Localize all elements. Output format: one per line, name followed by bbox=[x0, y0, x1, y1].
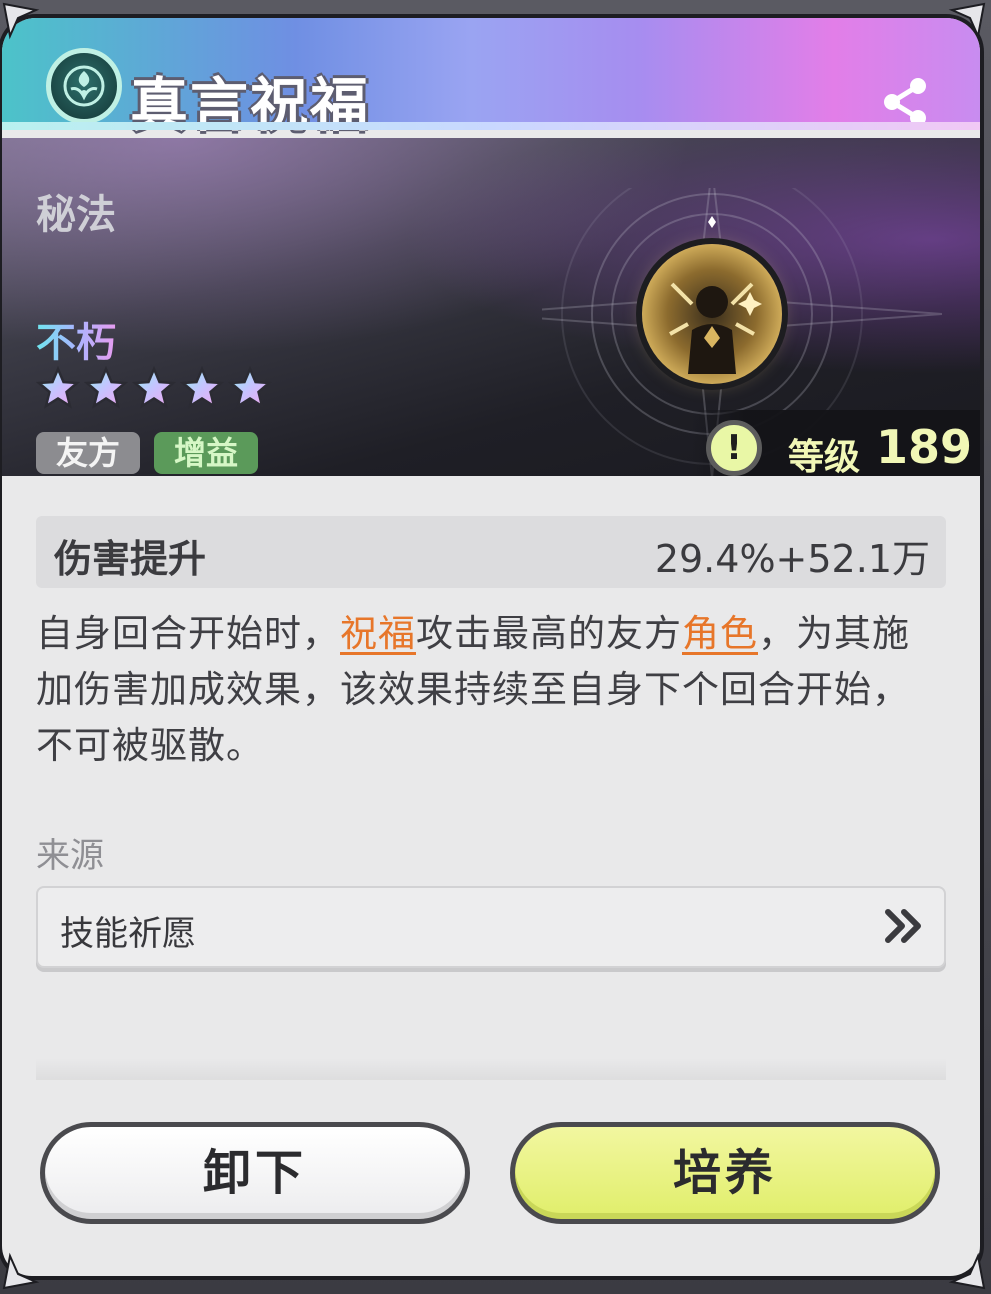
corner-ornament-icon bbox=[2, 1252, 40, 1290]
star-icon bbox=[228, 366, 272, 409]
upgrade-button[interactable]: 培养 bbox=[510, 1122, 940, 1224]
double-chevron-right-icon bbox=[885, 909, 921, 943]
desc-text-2: 攻击最高的友方 bbox=[416, 612, 682, 655]
tag-list: 友方 增益 bbox=[36, 432, 259, 474]
keyword-character-link[interactable]: 角色 bbox=[682, 612, 758, 655]
keyword-blessing-link[interactable]: 祝福 bbox=[340, 612, 416, 655]
praying-figure-icon bbox=[642, 244, 782, 384]
alert-icon[interactable]: ! bbox=[706, 420, 762, 476]
tag-ally: 友方 bbox=[36, 432, 141, 474]
tag-buff: 增益 bbox=[154, 432, 259, 474]
relic-category: 秘法 bbox=[36, 192, 116, 238]
star-icon bbox=[84, 366, 128, 409]
relic-banner: 秘法 不朽 友方 增益 ! 等级 189 bbox=[2, 138, 980, 476]
level-value: 189 bbox=[876, 420, 973, 474]
level-label: 等级 bbox=[788, 437, 861, 476]
star-icon bbox=[36, 366, 80, 409]
stat-name: 伤害提升 bbox=[54, 537, 207, 581]
corner-ornament-icon bbox=[2, 2, 40, 40]
effect-description: 自身回合开始时，祝福攻击最高的友方角色，为其施加伤害加成效果，该效果持续至自身下… bbox=[36, 606, 946, 774]
teal-emblem-icon bbox=[46, 48, 122, 124]
star-icon bbox=[132, 366, 176, 409]
corner-ornament-icon bbox=[948, 1252, 986, 1290]
rarity-label: 不朽 bbox=[36, 310, 116, 368]
star-rating bbox=[36, 366, 272, 410]
card-header: 真言祝福 bbox=[2, 18, 980, 139]
desc-text-1: 自身回合开始时， bbox=[36, 612, 340, 655]
relic-title: 真言祝福 bbox=[130, 71, 371, 139]
unequip-button[interactable]: 卸下 bbox=[40, 1122, 470, 1224]
divider bbox=[36, 1058, 946, 1080]
share-icon[interactable] bbox=[878, 74, 934, 130]
stat-value: 29.4%+52.1万 bbox=[654, 537, 930, 581]
window-frame: 真言祝福 秘法 不朽 友方 增益 ! 等级 189 伤害提升 29.4%+52.… bbox=[0, 0, 991, 1294]
source-item-button[interactable]: 技能祈愿 bbox=[36, 886, 946, 968]
star-icon bbox=[180, 366, 224, 409]
source-label: 来源 bbox=[36, 836, 104, 876]
stat-row: 伤害提升 29.4%+52.1万 bbox=[36, 516, 946, 588]
source-item-label: 技能祈愿 bbox=[60, 914, 196, 954]
corner-ornament-icon bbox=[948, 2, 986, 40]
relic-detail-card: 真言祝福 秘法 不朽 友方 增益 ! 等级 189 伤害提升 29.4%+52.… bbox=[2, 18, 980, 1276]
